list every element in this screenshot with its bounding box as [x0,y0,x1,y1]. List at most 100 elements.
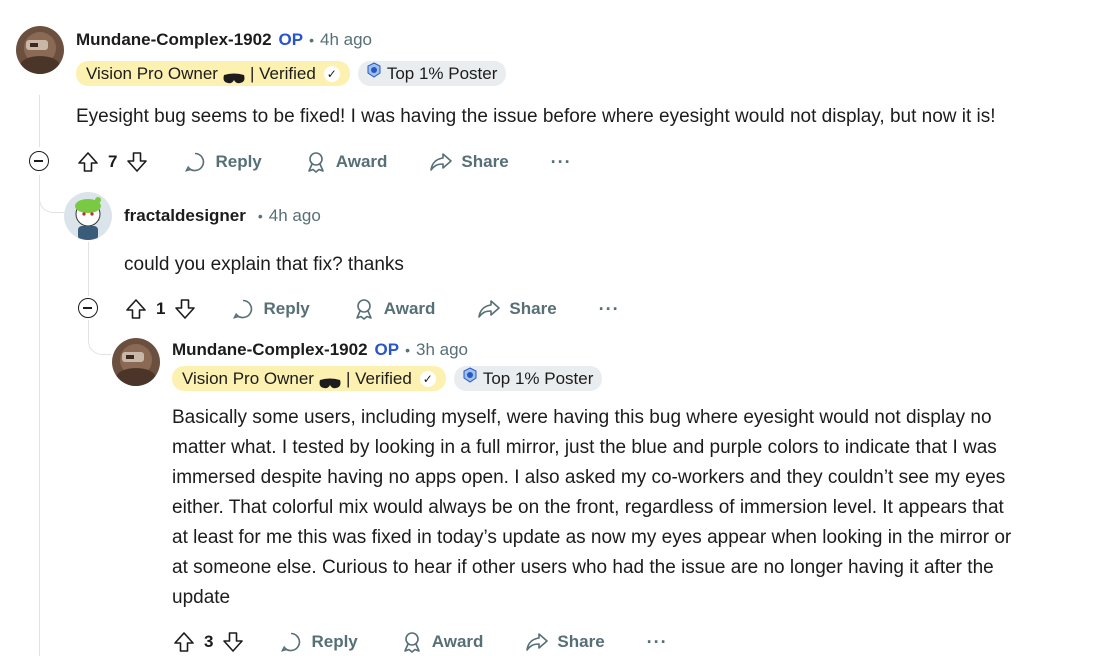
username[interactable]: Mundane-Complex-1902 [76,30,272,50]
timestamp[interactable]: 4h ago [269,206,321,226]
downvote-button[interactable] [173,297,197,321]
downvote-icon [175,299,196,319]
collapse-button[interactable] [78,298,98,318]
comment-body-line: update [172,587,231,608]
collapse-button[interactable] [29,151,49,171]
timestamp[interactable]: 4h ago [320,30,372,50]
op-badge: OP [278,30,304,49]
share-button[interactable]: Share [429,150,509,174]
comment-meta: Mundane-Complex-1902 OP • 4h ago [76,30,372,50]
flair-verified-label: | Verified [345,369,412,388]
achievement-flair[interactable]: Top 1% Poster [357,61,507,86]
share-icon [478,300,501,318]
thread-line[interactable] [39,175,40,656]
reply-button[interactable]: Reply [231,297,310,321]
upvote-icon [126,299,146,319]
check-icon: ✓ [323,65,340,82]
share-label: Share [557,632,605,651]
award-label: Award [431,632,484,651]
reply-button[interactable]: Reply [279,630,358,654]
reply-icon [233,299,253,319]
vision-pro-icon [318,372,342,389]
comment-meta: fractaldesigner • 4h ago [124,206,321,226]
upvote-icon [174,632,194,652]
share-icon [526,633,549,651]
award-label: Award [335,152,388,171]
award-icon [355,299,372,320]
separator: • [309,32,315,48]
comment-body-line: immersed despite having no apps open. I … [172,467,1006,488]
vote-count: 1 [156,299,166,318]
comment-body: could you explain that fix? thanks [124,254,404,275]
upvote-icon [78,152,98,172]
award-button[interactable]: Award [304,150,388,174]
vote-count: 3 [204,632,214,651]
downvote-icon [223,632,244,652]
thread-connector [39,178,64,213]
flair-top-label: Top 1% Poster [386,64,498,83]
comment-body-line: Basically some users, including myself, … [172,407,992,428]
comment-thread: Mundane-Complex-1902 OP • 4h ago Vision … [0,0,1115,656]
share-button[interactable]: Share [477,297,557,321]
award-icon [403,632,420,653]
more-options-button[interactable]: ··· [599,299,620,320]
upvote-button[interactable] [172,630,196,654]
separator: • [405,342,411,358]
reply-label: Reply [263,299,310,318]
avatar[interactable] [16,26,64,74]
separator: • [257,208,263,224]
comment-meta: Mundane-Complex-1902 OP • 3h ago [172,340,468,360]
comment-body-line: at someone else. Curious to hear if othe… [172,557,994,578]
thread-connector [88,320,111,355]
downvote-button[interactable] [221,630,245,654]
share-label: Share [509,299,557,318]
vision-pro-icon [222,67,246,84]
comment-body: Basically some users, including myself, … [172,403,1011,613]
comment-actions: 1 Reply Award Share ··· [124,293,620,325]
reply-button[interactable]: Reply [183,150,262,174]
flair-row: Vision Pro Owner | Verified ✓ Top 1% Pos… [172,366,603,391]
flair-label: Vision Pro Owner [86,64,218,83]
top-poster-icon [461,366,479,391]
achievement-flair[interactable]: Top 1% Poster [453,366,603,391]
flair-row: Vision Pro Owner | Verified ✓ Top 1% Pos… [76,61,507,86]
user-flair[interactable]: Vision Pro Owner | Verified ✓ [172,366,446,391]
avatar[interactable] [112,338,160,386]
thread-line[interactable] [39,95,40,147]
reply-icon [281,632,301,652]
reply-label: Reply [311,632,358,651]
user-flair[interactable]: Vision Pro Owner | Verified ✓ [76,61,350,86]
reply-label: Reply [215,152,262,171]
more-options-button[interactable]: ··· [647,632,668,653]
award-icon [307,152,324,173]
username[interactable]: fractaldesigner [124,206,246,226]
comment-body: Eyesight bug seems to be fixed! I was ha… [76,106,996,127]
flair-label: Vision Pro Owner [182,369,314,388]
share-label: Share [461,152,509,171]
comment-body-line: either. That colorful mix would always b… [172,497,1004,518]
timestamp[interactable]: 3h ago [416,340,468,360]
comment-actions: 7 Reply Award Share ··· [76,146,572,178]
check-icon: ✓ [419,370,436,387]
award-button[interactable]: Award [352,297,436,321]
upvote-button[interactable] [76,150,100,174]
op-badge: OP [374,340,400,359]
comment-actions: 3 Reply Award Share ··· [172,626,668,656]
share-icon [430,153,453,171]
flair-verified-label: | Verified [249,64,316,83]
top-poster-icon [365,61,383,86]
flair-top-label: Top 1% Poster [482,369,594,388]
reply-icon [185,152,205,172]
comment-body-line: matter what. I tested by looking in a fu… [172,437,997,458]
upvote-button[interactable] [124,297,148,321]
vote-count: 7 [108,152,118,171]
downvote-button[interactable] [125,150,149,174]
more-options-button[interactable]: ··· [551,152,572,173]
username[interactable]: Mundane-Complex-1902 [172,340,368,360]
award-label: Award [383,299,436,318]
share-button[interactable]: Share [525,630,605,654]
thread-line[interactable] [88,242,89,296]
avatar[interactable] [64,192,112,240]
award-button[interactable]: Award [400,630,484,654]
downvote-icon [127,152,148,172]
